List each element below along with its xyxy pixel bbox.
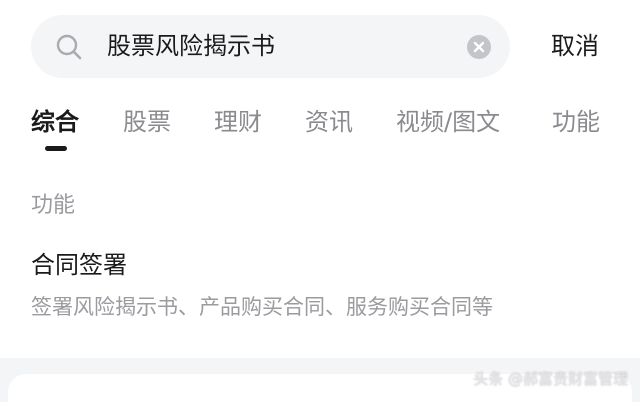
search-box[interactable]: 股票风险揭示书	[31, 15, 510, 78]
tab-news[interactable]: 资讯	[305, 100, 353, 144]
search-input[interactable]: 股票风险揭示书	[107, 15, 457, 78]
tab-video-article[interactable]: 视频/图文	[396, 100, 500, 144]
result-title: 合同签署	[31, 251, 127, 279]
tab-stocks[interactable]: 股票	[123, 100, 171, 144]
tab-all[interactable]: 综合	[31, 100, 79, 144]
search-icon	[55, 33, 83, 61]
tab-wealth[interactable]: 理财	[214, 100, 262, 144]
watermark: 头条 @郝富贵财富管理	[473, 370, 628, 388]
cancel-button[interactable]: 取消	[535, 15, 615, 78]
section-label: 功能	[31, 193, 76, 218]
tab-functions[interactable]: 功能	[552, 100, 600, 144]
result-item-contract-signing[interactable]: 合同签署 签署风险揭示书、产品购买合同、服务购买合同等	[0, 240, 640, 340]
search-bar: 股票风险揭示书 取消	[0, 0, 640, 90]
clear-icon[interactable]	[467, 35, 491, 59]
active-tab-indicator	[45, 146, 67, 151]
category-tabs: 综合 股票 理财 资讯 视频/图文 功能	[0, 100, 640, 160]
result-description: 签署风险揭示书、产品购买合同、服务购买合同等	[31, 295, 493, 319]
